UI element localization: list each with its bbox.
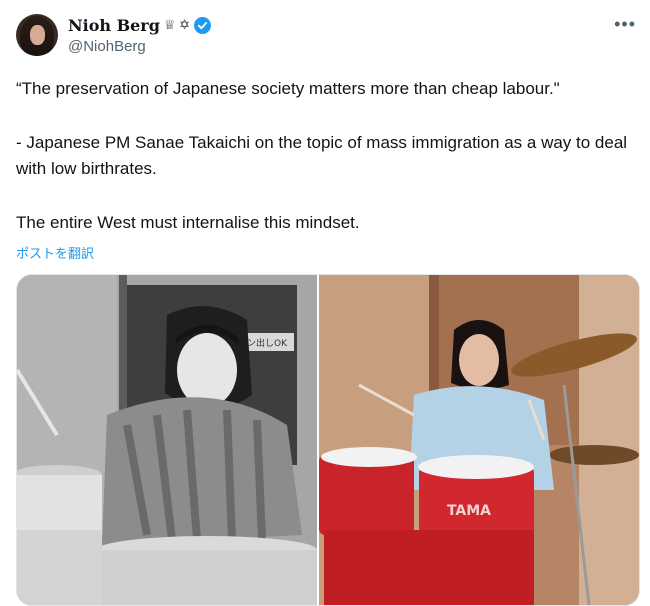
name-emojis: ♕ ✡: [163, 17, 191, 32]
verified-badge-icon[interactable]: [194, 16, 212, 34]
tweet-text: “The preservation of Japanese society ma…: [16, 76, 641, 236]
author-name-row: Nioh Berg ♕ ✡: [68, 14, 212, 36]
author-display-name[interactable]: Nioh Berg: [68, 16, 160, 35]
tweet-paragraph-quote: “The preservation of Japanese society ma…: [16, 79, 560, 98]
media-photo-left[interactable]: ライン出しOK: [17, 275, 317, 605]
author-handle[interactable]: @NiohBerg: [68, 38, 146, 55]
more-horizontal-icon[interactable]: •••: [614, 14, 636, 35]
avatar[interactable]: [16, 14, 58, 56]
tweet-media[interactable]: ライン出しOK TAMA: [16, 274, 640, 606]
tweet-paragraph-conclusion: The entire West must internalise this mi…: [16, 213, 360, 232]
tweet-paragraph-attribution: - Japanese PM Sanae Takaichi on the topi…: [16, 133, 628, 178]
translate-post-link[interactable]: ポストを翻訳: [16, 243, 94, 262]
media-photo-right[interactable]: TAMA: [319, 275, 639, 605]
right-drum-text: TAMA: [447, 503, 491, 519]
